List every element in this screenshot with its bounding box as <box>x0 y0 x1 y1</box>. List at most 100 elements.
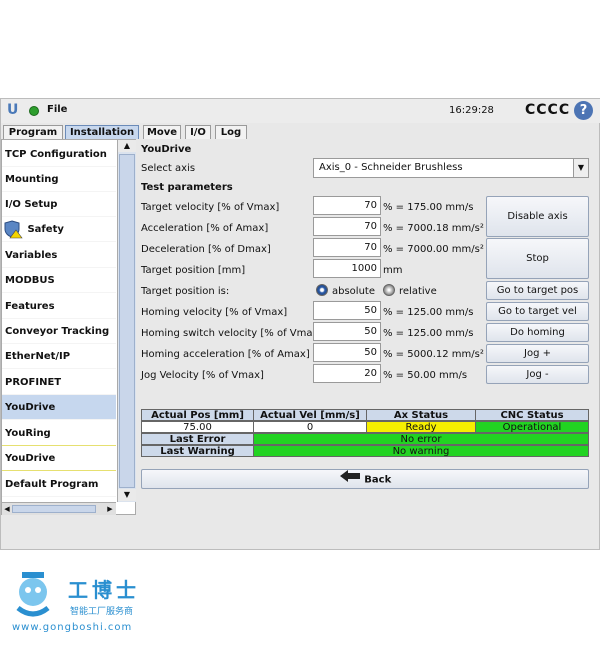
robot-name: CCCC <box>525 102 571 118</box>
help-icon[interactable]: ? <box>574 101 593 120</box>
actual-pos-header: Actual Pos [mm] <box>141 409 254 421</box>
sidebar-item-default-program[interactable]: Default Program <box>2 472 116 497</box>
back-button-label: Back <box>364 474 392 486</box>
watermark-url: www.gongboshi.com <box>12 622 133 633</box>
do-homing-button[interactable]: Do homing <box>486 323 589 342</box>
last-warning-value: No warning <box>253 445 589 457</box>
homing-switch-velocity-label: Homing switch velocity [% of Vmax] <box>141 328 323 339</box>
tab-program[interactable]: Program <box>3 125 63 139</box>
scroll-thumb-horizontal[interactable] <box>12 505 96 513</box>
sidebar-item-features[interactable]: Features <box>2 294 116 319</box>
ax-status-badge: Ready <box>366 421 476 433</box>
scroll-left-icon[interactable]: ◀ <box>2 503 12 515</box>
robot-ui-window: U File 16:29:28 CCCC ? Program Installat… <box>0 98 600 550</box>
sidebar-item-tcp-configuration[interactable]: TCP Configuration <box>2 142 116 167</box>
panel-title: YouDrive <box>141 144 192 155</box>
scroll-thumb[interactable] <box>119 154 135 488</box>
cnc-status-header: CNC Status <box>475 409 589 421</box>
jog-plus-button[interactable]: Jog + <box>486 344 589 363</box>
sidebar-item-youring[interactable]: YouRing <box>2 421 116 446</box>
sidebar-item-youdrive-2[interactable]: YouDrive <box>2 446 116 471</box>
homing-velocity-input[interactable]: 50 <box>313 301 381 320</box>
scroll-up-icon[interactable]: ▲ <box>118 140 136 152</box>
radio-relative-label: relative <box>399 286 437 297</box>
sidebar-item-conveyor-tracking[interactable]: Conveyor Tracking <box>2 319 116 344</box>
homing-acceleration-input[interactable]: 50 <box>313 343 381 362</box>
sidebar-item-profinet[interactable]: PROFINET <box>2 370 116 395</box>
stop-button[interactable]: Stop <box>486 238 589 279</box>
radio-absolute-label: absolute <box>332 286 375 297</box>
file-menu[interactable]: File <box>47 104 67 115</box>
test-parameters-heading: Test parameters <box>141 182 233 193</box>
sidebar-item-variables[interactable]: Variables <box>2 243 116 268</box>
target-position-is-label: Target position is: <box>141 286 230 297</box>
sidebar-item-mounting[interactable]: Mounting <box>2 167 116 192</box>
sidebar-item-label: Safety <box>27 224 64 235</box>
sidebar-item-modbus[interactable]: MODBUS <box>2 268 116 293</box>
homing-switch-velocity-input[interactable]: 50 <box>313 322 381 341</box>
target-position-input[interactable]: 1000 <box>313 259 381 278</box>
youdrive-panel: YouDrive Select axis Axis_0 - Schneider … <box>139 139 599 549</box>
clock: 16:29:28 <box>449 105 494 116</box>
sidebar-item-ethernet-ip[interactable]: EtherNet/IP <box>2 344 116 369</box>
homing-acceleration-unit: % = 5000.12 mm/s² <box>383 349 484 360</box>
robot-status-icon[interactable] <box>29 106 39 116</box>
tab-io[interactable]: I/O <box>185 125 211 139</box>
target-velocity-unit: % = 175.00 mm/s <box>383 202 474 213</box>
axis-select[interactable]: Axis_0 - Schneider Brushless ▼ <box>313 158 589 178</box>
target-velocity-label: Target velocity [% of Vmax] <box>141 202 280 213</box>
tab-installation[interactable]: Installation <box>65 125 139 139</box>
chevron-down-icon[interactable]: ▼ <box>573 159 588 177</box>
shield-icon <box>2 219 24 239</box>
back-button[interactable]: Back <box>141 469 589 489</box>
go-to-target-vel-button[interactable]: Go to target vel <box>486 302 589 321</box>
deceleration-unit: % = 7000.00 mm/s² <box>383 244 484 255</box>
disable-axis-button[interactable]: Disable axis <box>486 196 589 237</box>
acceleration-label: Acceleration [% of Amax] <box>141 223 269 234</box>
watermark-tagline: 智能工厂服务商 <box>70 607 134 617</box>
radio-relative[interactable] <box>383 284 395 296</box>
sidebar-item-io-setup[interactable]: I/O Setup <box>2 192 116 217</box>
select-axis-label: Select axis <box>141 163 196 174</box>
title-bar: U File 16:29:28 CCCC ? <box>1 99 600 123</box>
jog-velocity-input[interactable]: 20 <box>313 364 381 383</box>
jog-minus-button[interactable]: Jog - <box>486 365 589 384</box>
go-to-target-pos-button[interactable]: Go to target pos <box>486 281 589 300</box>
sidebar-horizontal-scrollbar[interactable]: ◀ ▶ <box>2 502 116 515</box>
installation-sidebar: TCP Configuration Mounting I/O Setup Saf… <box>1 139 136 515</box>
sidebar-item-youdrive[interactable]: YouDrive <box>2 395 116 420</box>
ax-status-header: Ax Status <box>366 409 476 421</box>
actual-vel-value: 0 <box>253 421 367 433</box>
last-error-value: No error <box>253 433 589 445</box>
acceleration-input[interactable]: 70 <box>313 217 381 236</box>
mascot-icon <box>10 570 58 622</box>
target-position-label: Target position [mm] <box>141 265 246 276</box>
jog-velocity-unit: % = 50.00 mm/s <box>383 370 468 381</box>
deceleration-label: Deceleration [% of Dmax] <box>141 244 271 255</box>
scroll-down-icon[interactable]: ▼ <box>118 489 136 501</box>
last-error-label: Last Error <box>141 433 254 445</box>
arrow-left-icon <box>339 470 361 489</box>
sidebar-item-safety[interactable]: Safety <box>2 217 116 242</box>
homing-velocity-unit: % = 125.00 mm/s <box>383 307 474 318</box>
target-position-unit: mm <box>383 265 403 276</box>
homing-switch-velocity-unit: % = 125.00 mm/s <box>383 328 474 339</box>
last-warning-label: Last Warning <box>141 445 254 457</box>
tab-log[interactable]: Log <box>215 125 247 139</box>
radio-absolute[interactable] <box>316 284 328 296</box>
target-velocity-input[interactable]: 70 <box>313 196 381 215</box>
sidebar-vertical-scrollbar[interactable]: ▲ ▼ <box>117 140 136 502</box>
watermark-brand: 工博士 <box>68 578 140 602</box>
actual-vel-header: Actual Vel [mm/s] <box>253 409 367 421</box>
homing-acceleration-label: Homing acceleration [% of Amax] <box>141 349 310 360</box>
acceleration-unit: % = 7000.18 mm/s² <box>383 223 484 234</box>
scroll-right-icon[interactable]: ▶ <box>105 503 115 515</box>
deceleration-input[interactable]: 70 <box>313 238 381 257</box>
ur-logo-icon: U <box>7 102 19 118</box>
actual-pos-value: 75.00 <box>141 421 254 433</box>
homing-velocity-label: Homing velocity [% of Vmax] <box>141 307 288 318</box>
axis-select-value: Axis_0 - Schneider Brushless <box>319 162 463 173</box>
watermark: 工博士 智能工厂服务商 www.gongboshi.com <box>10 570 190 640</box>
tab-move[interactable]: Move <box>143 125 181 139</box>
sidebar-nav: TCP Configuration Mounting I/O Setup Saf… <box>2 140 116 502</box>
